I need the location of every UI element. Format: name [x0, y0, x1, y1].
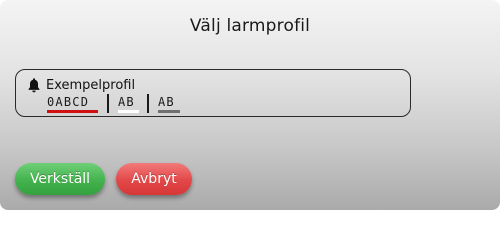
cancel-button[interactable]: Avbryt: [116, 163, 192, 195]
code-color-bar: [47, 110, 98, 113]
bell-icon: [28, 78, 40, 93]
profile-code-label: AB: [118, 95, 135, 109]
profile-name: Exempelprofil: [46, 78, 136, 93]
profile-code-item: AB: [118, 94, 139, 113]
code-color-bar: [118, 110, 139, 113]
profile-option[interactable]: Exempelprofil 0ABCD AB AB: [15, 69, 411, 117]
dialog-title: Välj larmprofil: [189, 16, 311, 36]
alarm-profile-dialog: Välj larmprofil Exempelprofil 0ABCD AB A…: [0, 0, 500, 210]
code-separator: [107, 94, 109, 113]
profile-code-item: 0ABCD: [47, 94, 98, 113]
code-color-bar: [158, 110, 180, 113]
apply-button[interactable]: Verkställ: [15, 163, 105, 195]
profile-code-item: AB: [158, 94, 180, 113]
profile-code-label: AB: [158, 95, 175, 109]
profile-code-label: 0ABCD: [47, 95, 90, 109]
code-separator: [147, 94, 149, 113]
